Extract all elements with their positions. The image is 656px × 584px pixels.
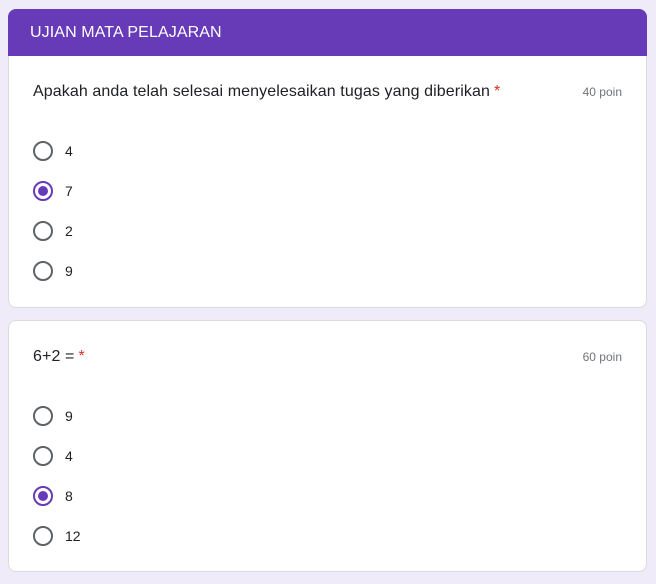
option-label: 2 (65, 223, 73, 239)
radio-button[interactable] (33, 141, 53, 161)
radio-button[interactable] (33, 526, 53, 546)
radio-button[interactable] (33, 221, 53, 241)
option-label: 12 (65, 528, 81, 544)
question-text: 6+2 = (33, 348, 75, 365)
option-label: 7 (65, 183, 73, 199)
question-title: Apakah anda telah selesai menyelesaikan … (33, 83, 500, 101)
radio-button[interactable] (33, 406, 53, 426)
required-asterisk: * (493, 83, 501, 100)
radio-option[interactable]: 9 (33, 396, 81, 436)
radio-button[interactable] (33, 261, 53, 281)
radio-option[interactable]: 9 (33, 251, 73, 291)
radio-group: 4 7 2 9 (33, 131, 73, 291)
radio-button-selected[interactable] (33, 486, 53, 506)
points-label: 60 poin (582, 350, 622, 364)
radio-option[interactable]: 12 (33, 516, 81, 556)
option-label: 8 (65, 488, 73, 504)
question-header: 6+2 = * 60 poin (33, 348, 622, 366)
option-label: 9 (65, 408, 73, 424)
radio-option[interactable]: 4 (33, 436, 81, 476)
required-asterisk: * (78, 348, 85, 365)
option-label: 4 (65, 143, 73, 159)
section-header: UJIAN MATA PELAJARAN (8, 9, 647, 56)
radio-option[interactable]: 8 (33, 476, 81, 516)
radio-button[interactable] (33, 446, 53, 466)
option-label: 9 (65, 263, 73, 279)
question-card-1: Apakah anda telah selesai menyelesaikan … (8, 56, 647, 308)
option-label: 4 (65, 448, 73, 464)
radio-option[interactable]: 7 (33, 171, 73, 211)
question-header: Apakah anda telah selesai menyelesaikan … (33, 83, 622, 101)
radio-option[interactable]: 4 (33, 131, 73, 171)
question-card-2: 6+2 = * 60 poin 9 4 8 12 (8, 320, 647, 572)
points-label: 40 poin (582, 85, 622, 99)
question-text: Apakah anda telah selesai menyelesaikan … (33, 83, 490, 100)
radio-group: 9 4 8 12 (33, 396, 81, 556)
section-title: UJIAN MATA PELAJARAN (30, 23, 222, 41)
question-title: 6+2 = * (33, 348, 85, 366)
radio-option[interactable]: 2 (33, 211, 73, 251)
radio-button-selected[interactable] (33, 181, 53, 201)
